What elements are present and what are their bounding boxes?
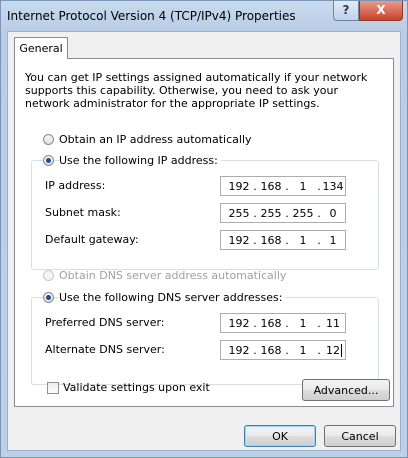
preferred-dns-octet: 1: [299, 317, 307, 330]
window-title: Internet Protocol Version 4 (TCP/IPv4) P…: [7, 9, 296, 23]
octet-separator: .: [285, 344, 289, 357]
advanced-button-label: Advanced...: [313, 384, 379, 397]
preferred-dns-label: Preferred DNS server:: [45, 316, 165, 329]
help-icon: ?: [342, 3, 350, 17]
octet-separator: .: [253, 180, 257, 193]
ip-address-field[interactable]: 192 . 168 . 1 . 134: [220, 176, 346, 196]
alternate-dns-octet: 168: [260, 344, 282, 357]
close-button[interactable]: X: [359, 1, 403, 21]
octet-separator: .: [285, 180, 289, 193]
ip-address-octet: 1: [299, 180, 307, 193]
intro-text: You can get IP settings assigned automat…: [25, 71, 368, 110]
ip-address-octet: 168: [260, 180, 282, 193]
octet-separator: .: [285, 207, 289, 220]
ip-manual-radio[interactable]: [43, 155, 54, 166]
alternate-dns-octet: 192: [228, 344, 250, 357]
tab-general[interactable]: General: [14, 37, 68, 59]
gateway-octet: 168: [260, 234, 282, 247]
dns-manual-radio[interactable]: [43, 292, 54, 303]
subnet-octet: 0: [329, 207, 337, 220]
gateway-octet: 1: [329, 234, 337, 247]
ip-address-octet: 134: [322, 180, 344, 193]
octet-separator: .: [285, 234, 289, 247]
dns-auto-radio: [43, 270, 54, 281]
subnet-mask-field[interactable]: 255 . 255 . 255 . 0: [220, 203, 346, 223]
subnet-octet: 255: [228, 207, 250, 220]
subnet-octet: 255: [292, 207, 314, 220]
preferred-dns-octet: 168: [260, 317, 282, 330]
ip-address-octet: 192: [228, 180, 250, 193]
tab-general-label: General: [19, 42, 63, 55]
gateway-octet: 192: [228, 234, 250, 247]
dialog-window: Internet Protocol Version 4 (TCP/IPv4) P…: [0, 0, 408, 458]
cancel-button-label: Cancel: [341, 430, 379, 443]
title-bar[interactable]: Internet Protocol Version 4 (TCP/IPv4) P…: [1, 1, 407, 31]
octet-separator: .: [253, 234, 257, 247]
general-panel: You can get IP settings assigned automat…: [14, 58, 394, 407]
subnet-mask-label: Subnet mask:: [45, 206, 121, 219]
ip-manual-label[interactable]: Use the following IP address:: [59, 154, 221, 167]
dns-auto-label: Obtain DNS server address automatically: [59, 269, 287, 282]
ip-auto-label[interactable]: Obtain an IP address automatically: [59, 133, 252, 146]
default-gateway-field[interactable]: 192 . 168 . 1 . 1: [220, 230, 346, 250]
validate-label[interactable]: Validate settings upon exit: [63, 381, 210, 394]
ip-auto-radio[interactable]: [43, 134, 54, 145]
cancel-button[interactable]: Cancel: [324, 425, 396, 447]
preferred-dns-field[interactable]: 192 . 168 . 1 . 11: [220, 313, 346, 333]
subnet-octet: 255: [260, 207, 282, 220]
alternate-dns-octet: 1: [299, 344, 307, 357]
ip-address-label: IP address:: [45, 179, 106, 192]
close-icon: X: [376, 3, 386, 17]
ok-button-label: OK: [272, 430, 288, 443]
validate-checkbox[interactable]: [47, 382, 59, 394]
dialog-client-area: General You can get IP settings assigned…: [7, 31, 401, 451]
ok-button[interactable]: OK: [244, 425, 316, 447]
alternate-dns-label: Alternate DNS server:: [45, 343, 165, 356]
alternate-dns-field[interactable]: 192 . 168 . 1 . 12: [220, 340, 346, 360]
advanced-button[interactable]: Advanced...: [302, 379, 390, 401]
octet-separator: .: [285, 317, 289, 330]
gateway-octet: 1: [299, 234, 307, 247]
default-gateway-label: Default gateway:: [45, 233, 139, 246]
help-button[interactable]: ?: [333, 1, 359, 21]
preferred-dns-octet: 11: [326, 317, 340, 330]
dns-manual-label[interactable]: Use the following DNS server addresses:: [59, 291, 286, 304]
octet-separator: .: [253, 317, 257, 330]
preferred-dns-octet: 192: [228, 317, 250, 330]
octet-separator: .: [253, 344, 257, 357]
octet-separator: .: [253, 207, 257, 220]
text-cursor: [341, 344, 342, 357]
